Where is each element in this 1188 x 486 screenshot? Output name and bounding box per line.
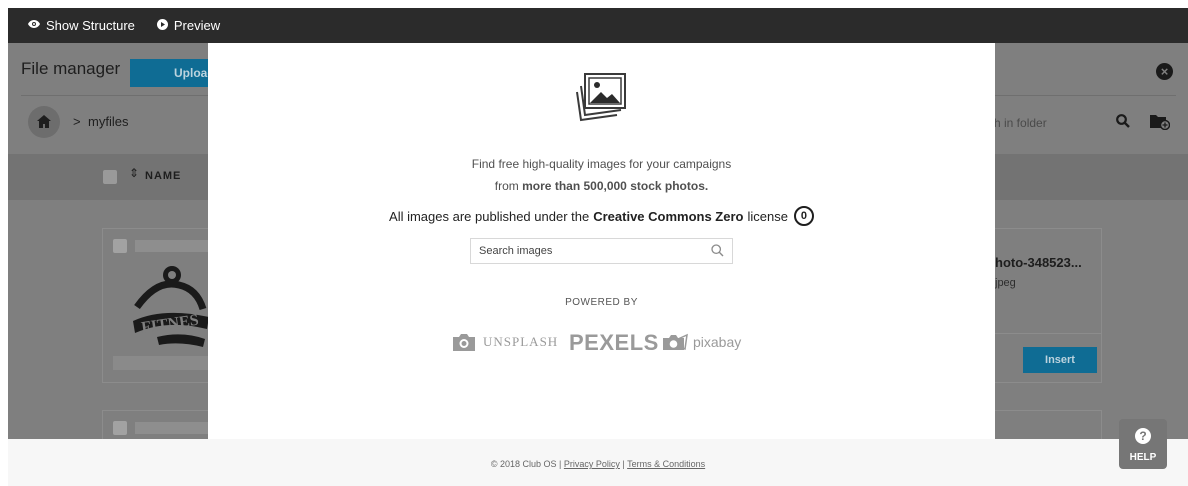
- select-all-checkbox[interactable]: [103, 170, 117, 184]
- search-icon[interactable]: [1116, 114, 1130, 133]
- stock-count-bold: more than 500,000 stock photos.: [522, 179, 709, 193]
- play-circle-icon: [156, 18, 168, 33]
- insert-button[interactable]: Insert: [1023, 347, 1097, 373]
- home-button[interactable]: [28, 106, 60, 138]
- home-icon: [37, 115, 51, 128]
- license-prefix: All images are published under the: [389, 208, 590, 224]
- file-checkbox[interactable]: [113, 421, 127, 435]
- folder-search-input[interactable]: h in folder: [994, 110, 1104, 136]
- terms-link[interactable]: Terms & Conditions: [627, 459, 705, 469]
- unsplash-logo: UNSPLASH: [453, 333, 558, 351]
- help-button[interactable]: ? HELP: [1119, 419, 1167, 469]
- cc-zero-icon: 0: [793, 206, 814, 226]
- show-structure-label: Show Structure: [46, 18, 135, 33]
- pexels-logo: PEXELS: [569, 330, 659, 355]
- file-name: hoto-348523...: [995, 255, 1082, 270]
- close-icon[interactable]: ×: [1156, 63, 1173, 80]
- page-title: File manager: [21, 59, 121, 78]
- app-frame: Show Structure Preview File manager Uplo…: [8, 8, 1188, 486]
- page-footer: © 2018 Club OS | Privacy Policy | Terms …: [8, 439, 1188, 486]
- breadcrumb-separator: >: [73, 114, 81, 129]
- file-name-placeholder: [135, 240, 217, 252]
- breadcrumb-current[interactable]: myfiles: [88, 114, 128, 129]
- column-name[interactable]: NAME: [145, 170, 181, 182]
- file-extension: jpeg: [995, 277, 1016, 289]
- photos-illustration-icon: [576, 73, 626, 122]
- question-icon: ?: [1135, 428, 1151, 444]
- stock-count-prefix: from: [494, 179, 519, 193]
- file-card[interactable]: hoto-348523... jpeg Insert: [994, 228, 1102, 383]
- unsplash-label: UNSPLASH: [483, 334, 559, 349]
- license-suffix: license: [747, 208, 788, 224]
- modal-license-text: All images are published under the Creat…: [208, 206, 995, 226]
- top-toolbar: Show Structure Preview: [8, 8, 1188, 43]
- copyright-text: © 2018 Club OS |: [490, 459, 562, 469]
- stock-images-modal: Find free high-quality images for your c…: [208, 43, 995, 443]
- image-search-input[interactable]: [479, 243, 699, 259]
- pixabay-label: pixabay: [693, 334, 742, 350]
- file-name-placeholder: [135, 422, 217, 434]
- powered-by-label: POWERED BY: [565, 297, 638, 308]
- camera-icon: [453, 334, 475, 351]
- modal-stock-count: from more than 500,000 stock photos.: [208, 179, 995, 193]
- file-checkbox[interactable]: [113, 239, 127, 253]
- license-name: Creative Commons Zero: [593, 208, 744, 224]
- new-folder-icon[interactable]: [1150, 114, 1171, 135]
- pixabay-camera-icon: [663, 333, 688, 351]
- search-icon[interactable]: [711, 244, 724, 257]
- preview-label: Preview: [173, 18, 221, 33]
- file-card[interactable]: FITNES: [102, 228, 222, 383]
- svg-text:FITNES: FITNES: [140, 312, 200, 337]
- footer-separator: |: [622, 459, 625, 469]
- show-structure-button[interactable]: Show Structure: [28, 18, 135, 33]
- upload-button[interactable]: Upload: [130, 59, 220, 87]
- card-divider: [995, 333, 1101, 334]
- modal-intro-text: Find free high-quality images for your c…: [471, 157, 732, 171]
- pixabay-logo: pixabay: [662, 333, 741, 351]
- fitness-logo-thumbnail: FITNES: [133, 266, 209, 347]
- file-meta-placeholder: [113, 356, 217, 370]
- image-search-box[interactable]: [470, 238, 733, 264]
- sort-icon[interactable]: ⇕: [129, 167, 139, 179]
- eye-icon: [28, 20, 40, 31]
- privacy-policy-link[interactable]: Privacy Policy: [564, 459, 620, 469]
- preview-button[interactable]: Preview: [156, 18, 221, 33]
- help-label: HELP: [1129, 452, 1157, 463]
